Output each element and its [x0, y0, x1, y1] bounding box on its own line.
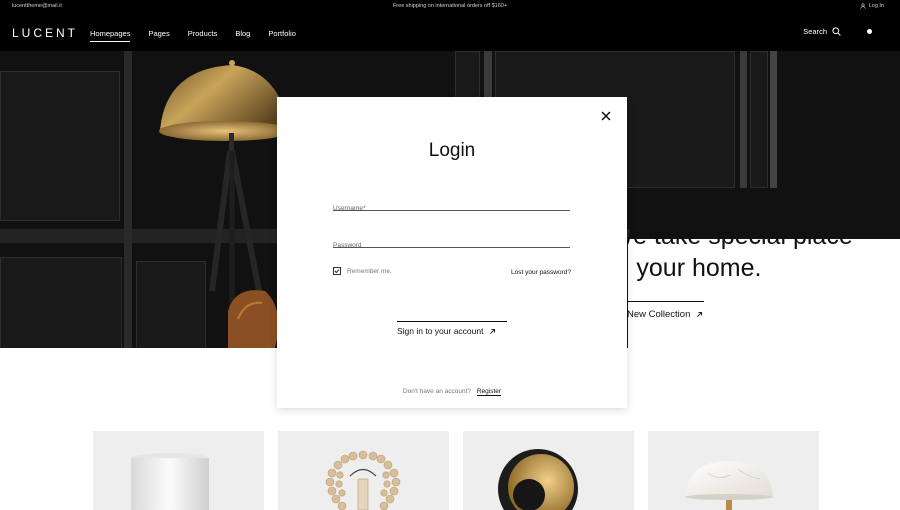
- cta-divider: [622, 301, 704, 302]
- product-card[interactable]: [278, 431, 449, 510]
- signin-button[interactable]: Sign in to your account: [397, 321, 507, 336]
- wall-panel: [0, 71, 120, 221]
- wall-panel: [750, 51, 768, 188]
- username-input[interactable]: [333, 204, 570, 212]
- wall-panel: [0, 257, 122, 348]
- nav-item-pages[interactable]: Pages: [148, 29, 169, 38]
- search-icon: [832, 27, 841, 36]
- marble-lamp-icon: [685, 461, 773, 510]
- cylinder-lamp-icon: [131, 453, 209, 510]
- main-navbar: LUCENT Homepages Pages Products Blog Por…: [0, 13, 900, 51]
- arrow-up-right-icon: [490, 328, 496, 334]
- nav-actions: Search: [803, 27, 872, 36]
- product-card[interactable]: [648, 431, 819, 510]
- brand-logo[interactable]: LUCENT: [12, 26, 78, 40]
- bead-necklace-icon: [325, 450, 401, 510]
- register-link[interactable]: Register: [476, 388, 502, 396]
- arrow-up-right-icon: [697, 311, 703, 317]
- password-input[interactable]: [333, 241, 570, 249]
- wall-molding: [770, 51, 777, 188]
- remember-me[interactable]: Remember me.: [333, 267, 392, 275]
- remember-checkbox[interactable]: [333, 267, 341, 275]
- hero-headline: We take special place in your home.: [610, 220, 853, 284]
- checkmark-icon: [334, 269, 340, 274]
- wall-molding: [740, 51, 747, 188]
- wall-molding: [124, 51, 132, 348]
- product-card[interactable]: [93, 431, 264, 510]
- nav-item-blog[interactable]: Blog: [235, 29, 250, 38]
- top-login-label: Log In: [868, 2, 884, 9]
- lost-password-link[interactable]: Lost your password?: [511, 269, 571, 276]
- remember-label: Remember me.: [347, 267, 392, 275]
- hero-headline-line-1: We take special place: [610, 222, 853, 250]
- login-modal: Login Remember me. Lost your password? S…: [277, 97, 627, 408]
- username-field-wrapper: [333, 197, 570, 212]
- hero-headline-line-2: in your home.: [610, 254, 762, 282]
- search-button[interactable]: Search: [803, 27, 841, 36]
- new-collection-label: New Collection: [627, 309, 691, 320]
- cart-icon[interactable]: [867, 29, 872, 34]
- user-icon: [860, 2, 866, 9]
- announcement-bar: lucenttheme@mail.it Free shipping on int…: [0, 0, 900, 13]
- top-login-link[interactable]: Log In: [860, 3, 884, 9]
- main-menu: Homepages Pages Products Blog Portfolio: [90, 29, 296, 42]
- dome-lamp-icon: [498, 449, 578, 510]
- password-field-wrapper: [333, 234, 570, 249]
- nav-item-portfolio[interactable]: Portfolio: [268, 29, 296, 38]
- nav-item-homepages[interactable]: Homepages: [90, 29, 131, 42]
- nav-item-products[interactable]: Products: [188, 29, 218, 38]
- new-collection-link[interactable]: New Collection: [627, 309, 703, 320]
- signin-label: Sign in to your account: [397, 326, 484, 336]
- login-title: Login: [428, 140, 476, 161]
- no-account-text: Don't have an account?: [402, 388, 472, 395]
- close-icon[interactable]: [601, 111, 611, 121]
- product-grid: [0, 431, 900, 510]
- product-card[interactable]: [463, 431, 634, 510]
- search-label: Search: [803, 27, 827, 36]
- register-row: Don't have an account? Register: [277, 388, 627, 396]
- shipping-notice: Free shipping on international orders of…: [392, 3, 508, 9]
